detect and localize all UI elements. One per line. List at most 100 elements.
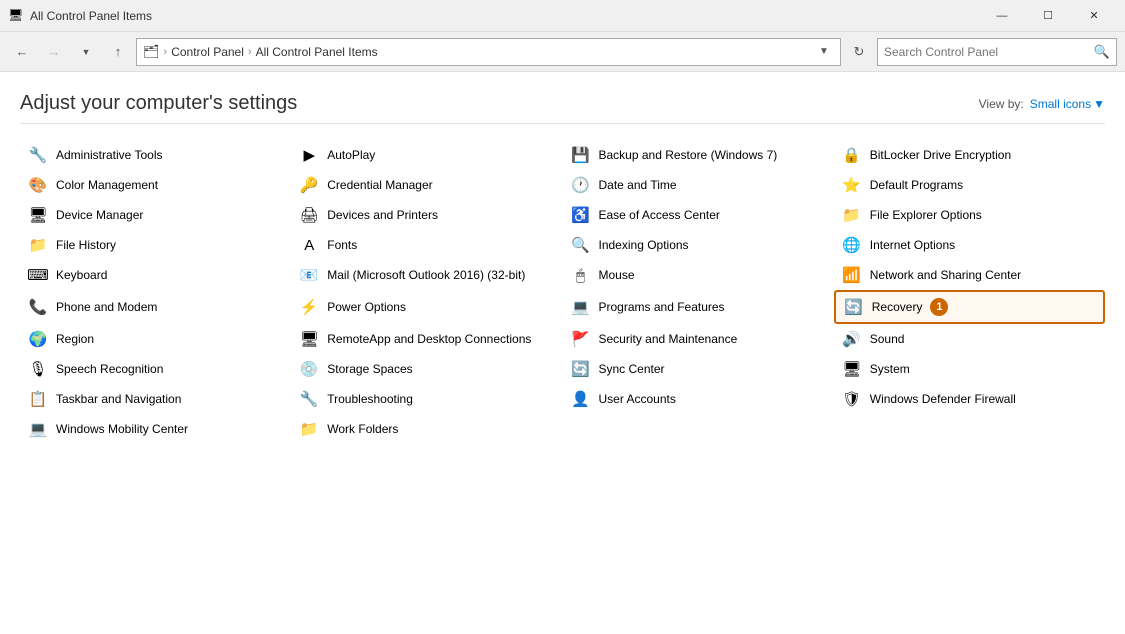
breadcrumb-allitems[interactable]: All Control Panel Items xyxy=(256,45,378,59)
item-icon: 📁 xyxy=(299,419,319,439)
control-item-file-explorer-options[interactable]: 📁File Explorer Options xyxy=(834,200,1105,230)
item-icon: ⚡ xyxy=(299,297,319,317)
item-icon: 🌐 xyxy=(842,235,862,255)
recent-button[interactable]: ▼ xyxy=(72,38,100,66)
control-item-sound[interactable]: 🔊Sound xyxy=(834,324,1105,354)
item-icon: 🖨 xyxy=(299,205,319,225)
control-item-device-manager[interactable]: 🖥 Device Manager xyxy=(20,200,291,230)
control-item-fonts[interactable]: AFonts xyxy=(291,230,562,260)
control-item-work-folders[interactable]: 📁 Work Folders xyxy=(291,414,562,444)
address-dropdown-button[interactable]: ▼ xyxy=(814,39,834,65)
item-icon: 💻 xyxy=(28,419,48,439)
control-item-sync-center[interactable]: 🔄 Sync Center xyxy=(563,354,834,384)
item-icon: 📞 xyxy=(28,297,48,317)
address-box[interactable]: 🗂 › Control Panel › All Control Panel It… xyxy=(136,38,841,66)
control-item-region[interactable]: 🌍Region xyxy=(20,324,291,354)
item-icon: 🖥 xyxy=(299,329,319,349)
breadcrumb-controlpanel[interactable]: Control Panel xyxy=(171,45,244,59)
item-label: Internet Options xyxy=(870,238,955,252)
control-item-devices-and-printers[interactable]: 🖨Devices and Printers xyxy=(291,200,562,230)
item-label: Device Manager xyxy=(56,208,143,222)
item-label: Speech Recognition xyxy=(56,362,163,376)
item-label: Taskbar and Navigation xyxy=(56,392,181,406)
item-icon: ⌨ xyxy=(28,265,48,285)
titlebar-title: All Control Panel Items xyxy=(30,9,979,23)
control-item-internet-options[interactable]: 🌐 Internet Options xyxy=(834,230,1105,260)
close-button[interactable]: ✕ xyxy=(1071,0,1117,32)
breadcrumb: 🗂 › Control Panel › All Control Panel It… xyxy=(143,44,810,60)
control-item-security-and-maintenance[interactable]: 🚩Security and Maintenance xyxy=(563,324,834,354)
item-icon: 🔄 xyxy=(844,297,864,317)
item-label: Sync Center xyxy=(599,362,665,376)
search-input[interactable] xyxy=(884,45,1094,59)
control-item-keyboard[interactable]: ⌨ Keyboard xyxy=(20,260,291,290)
item-icon: 🔒 xyxy=(842,145,862,165)
item-label: Indexing Options xyxy=(599,238,689,252)
control-item-date-and-time[interactable]: 🕐Date and Time xyxy=(563,170,834,200)
control-item-programs-and-features[interactable]: 💻Programs and Features xyxy=(563,290,834,324)
control-item-storage-spaces[interactable]: 💿Storage Spaces xyxy=(291,354,562,384)
control-item-taskbar-and-navigation[interactable]: 📋 Taskbar and Navigation xyxy=(20,384,291,414)
item-icon: 💾 xyxy=(571,145,591,165)
forward-button[interactable]: → xyxy=(40,38,68,66)
item-label: Work Folders xyxy=(327,422,398,436)
control-item-default-programs[interactable]: ⭐Default Programs xyxy=(834,170,1105,200)
item-icon: 🔧 xyxy=(28,145,48,165)
control-item-recovery[interactable]: 🔄 Recovery 1 xyxy=(834,290,1105,324)
item-icon: 🎨 xyxy=(28,175,48,195)
item-icon: 🖥 xyxy=(28,205,48,225)
item-icon: 📶 xyxy=(842,265,862,285)
item-label: Mail (Microsoft Outlook 2016) (32-bit) xyxy=(327,268,525,282)
control-item-backup-and-restore-windows-7[interactable]: 💾 Backup and Restore (Windows 7) xyxy=(563,140,834,170)
control-item-user-accounts[interactable]: 👤User Accounts xyxy=(563,384,834,414)
item-icon: 🛡 xyxy=(842,389,862,409)
control-item-network-and-sharing-center[interactable]: 📶Network and Sharing Center xyxy=(834,260,1105,290)
refresh-button[interactable]: ↻ xyxy=(845,38,873,66)
item-label: Recovery xyxy=(872,300,923,314)
control-item-ease-of-access-center[interactable]: ♿Ease of Access Center xyxy=(563,200,834,230)
search-icon: 🔍 xyxy=(1094,44,1110,60)
item-label: Credential Manager xyxy=(327,178,432,192)
items-grid: 🔧Administrative Tools▶AutoPlay 💾 Backup an… xyxy=(20,140,1105,444)
item-label: AutoPlay xyxy=(327,148,375,162)
control-item-troubleshooting[interactable]: 🔧Troubleshooting xyxy=(291,384,562,414)
control-item-autoplay[interactable]: ▶AutoPlay xyxy=(291,140,562,170)
item-label: Backup and Restore (Windows 7) xyxy=(599,148,778,162)
control-item-mail-microsoft-outlook-2016-32-bit[interactable]: 📧Mail (Microsoft Outlook 2016) (32-bit) xyxy=(291,260,562,290)
maximize-button[interactable]: ☐ xyxy=(1025,0,1071,32)
breadcrumb-icon: 🗂 xyxy=(143,44,160,60)
control-item-file-history[interactable]: 📁File History xyxy=(20,230,291,260)
item-label: File Explorer Options xyxy=(870,208,982,222)
back-button[interactable]: ← xyxy=(8,38,36,66)
control-item-speech-recognition[interactable]: 🎙 Speech Recognition xyxy=(20,354,291,384)
control-item-system[interactable]: 🖥System xyxy=(834,354,1105,384)
control-item-administrative-tools[interactable]: 🔧Administrative Tools xyxy=(20,140,291,170)
control-item-remoteapp-and-desktop-connections[interactable]: 🖥RemoteApp and Desktop Connections xyxy=(291,324,562,354)
up-button[interactable]: ↑ xyxy=(104,38,132,66)
item-label: Keyboard xyxy=(56,268,107,282)
control-item-indexing-options[interactable]: 🔍Indexing Options xyxy=(563,230,834,260)
control-item-mouse[interactable]: 🖱Mouse xyxy=(563,260,834,290)
item-label: Sound xyxy=(870,332,905,346)
control-item-power-options[interactable]: ⚡Power Options xyxy=(291,290,562,324)
item-label: BitLocker Drive Encryption xyxy=(870,148,1011,162)
item-icon: 🎙 xyxy=(28,359,48,379)
control-item-color-management[interactable]: 🎨 Color Management xyxy=(20,170,291,200)
item-label: File History xyxy=(56,238,116,252)
control-item-windows-defender-firewall[interactable]: 🛡Windows Defender Firewall xyxy=(834,384,1105,414)
item-label: Fonts xyxy=(327,238,357,252)
control-item-phone-and-modem[interactable]: 📞Phone and Modem xyxy=(20,290,291,324)
search-box[interactable]: 🔍 xyxy=(877,38,1117,66)
item-icon: 🌍 xyxy=(28,329,48,349)
control-item-bitlocker-drive-encryption[interactable]: 🔒 BitLocker Drive Encryption xyxy=(834,140,1105,170)
viewby-value[interactable]: Small icons ▼ xyxy=(1030,97,1105,111)
control-item-credential-manager[interactable]: 🔑Credential Manager xyxy=(291,170,562,200)
item-icon: 🔄 xyxy=(571,359,591,379)
item-label: User Accounts xyxy=(599,392,676,406)
item-badge: 1 xyxy=(930,298,948,316)
item-label: Color Management xyxy=(56,178,158,192)
item-icon: 📋 xyxy=(28,389,48,409)
item-label: Storage Spaces xyxy=(327,362,412,376)
minimize-button[interactable]: — xyxy=(979,0,1025,32)
control-item-windows-mobility-center[interactable]: 💻Windows Mobility Center xyxy=(20,414,291,444)
